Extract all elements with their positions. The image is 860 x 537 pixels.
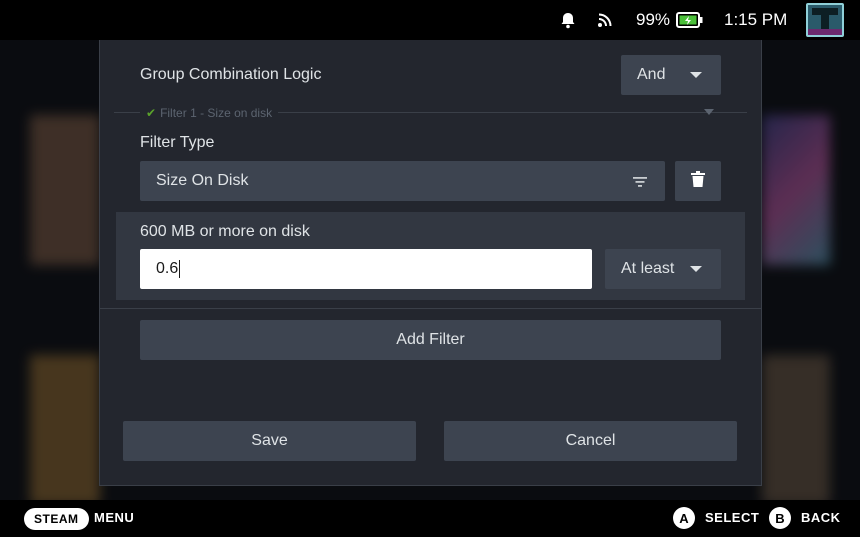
size-input-value: 0.6 [156,260,179,277]
a-button-icon[interactable]: A [673,507,695,529]
group-logic-label: Group Combination Logic [140,66,322,83]
select-hint: SELECT [705,510,760,525]
comparison-dropdown[interactable]: At least [605,249,721,289]
chevron-down-icon [690,266,702,272]
filter-section-label: Filter 1 - Size on disk [160,106,273,120]
battery-charging-icon[interactable] [676,0,703,40]
add-filter-button[interactable]: Add Filter [140,320,721,360]
steam-button[interactable]: STEAM [24,508,89,530]
filter-type-label: Filter Type [140,134,215,151]
check-icon: ✔ [146,106,157,120]
wifi-icon[interactable] [597,0,613,40]
delete-filter-button[interactable] [675,161,721,201]
collapse-chevron-icon[interactable] [704,109,714,115]
battery-percent: 99% [636,10,671,29]
size-label: 600 MB or more on disk [140,223,310,240]
filter-type-value: Size On Disk [156,172,249,189]
section-divider [100,308,761,309]
trash-icon [691,170,705,192]
group-logic-value: And [637,66,666,83]
status-bar: 99% 1:15 PM [0,0,860,40]
clock: 1:15 PM [724,10,788,29]
filter-dialog: Group Combination Logic And ✔ Filter 1 -… [99,40,762,486]
comparison-value: At least [621,260,675,277]
steam-deck-screen: 99% 1:15 PM Group Combination Logic And … [0,0,860,537]
avatar[interactable] [806,3,844,37]
size-input[interactable]: 0.6 [140,249,592,289]
cancel-button[interactable]: Cancel [444,421,737,461]
bell-icon[interactable] [559,0,577,40]
filter-section-title[interactable]: ✔ Filter 1 - Size on disk [140,106,279,120]
text-cursor [179,260,181,278]
save-button[interactable]: Save [123,421,416,461]
filter-list-icon [632,175,648,193]
chevron-down-icon [690,72,702,78]
controller-hint-bar: STEAM MENU A SELECT B BACK [0,500,860,537]
menu-hint: MENU [94,510,135,525]
back-hint: BACK [801,510,841,525]
group-logic-dropdown[interactable]: And [621,55,721,95]
b-button-icon[interactable]: B [769,507,791,529]
filter-type-dropdown[interactable]: Size On Disk [140,161,665,201]
